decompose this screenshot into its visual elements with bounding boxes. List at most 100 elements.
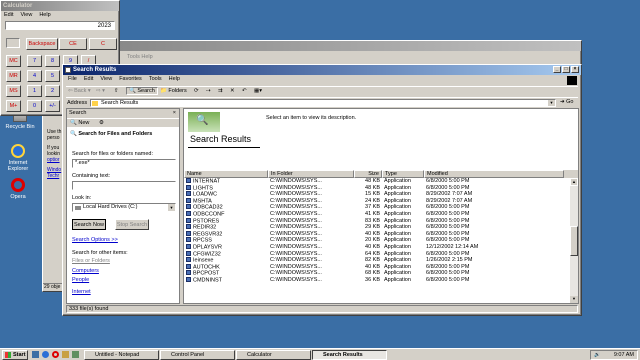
start-button[interactable]: Start — [2, 350, 28, 360]
table-row[interactable]: REGSVR32 C:\WINDOWS\SYS... 40 KB Applicatio… — [184, 230, 578, 238]
desktop-icon-opera[interactable]: Opera — [0, 178, 36, 200]
memory-key-ms[interactable]: MS — [6, 85, 21, 97]
calc-key[interactable]: 4 — [27, 70, 42, 82]
table-row[interactable]: BPCPOST C:\WINDOWS\SYS... 68 KB Application… — [184, 270, 578, 277]
clear-entry-button[interactable]: CE — [59, 38, 87, 50]
history-icon[interactable]: ⟳ — [194, 88, 199, 94]
other-item-internet[interactable]: Internet — [72, 289, 91, 295]
back-button[interactable]: ⇦ Back ▾ — [68, 88, 91, 94]
search-results-titlebar[interactable]: Search Results _ □ × — [63, 65, 581, 75]
search-now-button[interactable]: Search Now — [72, 219, 106, 230]
table-row[interactable]: DPLAYSVR C:\WINDOWS\SYS... 40 KB Applicatio… — [184, 243, 578, 251]
lookin-select[interactable]: Local Hard Drives (C:) ▼ — [72, 203, 176, 212]
quicklaunch-desktop-icon[interactable] — [32, 351, 39, 358]
table-row[interactable]: ODBCCONF C:\WINDOWS\SYS... 41 KB Applicatio… — [184, 210, 578, 218]
search-options-link[interactable]: Search Options >> — [72, 237, 118, 243]
other-item-files-folders[interactable]: Files or Folders — [72, 258, 110, 264]
lookin-dropdown-arrow[interactable]: ▼ — [168, 204, 175, 211]
search-options-icon[interactable]: ⚙ — [99, 120, 104, 126]
copy-to-icon[interactable]: ⇉ — [218, 88, 223, 94]
table-row[interactable]: CMDNINST C:\WINDOWS\SYS... 36 KB Applicatio… — [184, 276, 578, 284]
other-item-computers[interactable]: Computers — [72, 268, 99, 274]
quicklaunch-opera-icon[interactable] — [52, 351, 59, 358]
memory-key-mplus[interactable]: M+ — [6, 100, 21, 112]
calculator-titlebar[interactable]: Calculator — [1, 1, 119, 11]
menu-help[interactable]: Help — [169, 76, 180, 82]
minimize-button[interactable]: _ — [553, 66, 561, 73]
clear-button[interactable]: C — [89, 38, 117, 50]
new-search-button[interactable]: 🔍 New — [70, 120, 89, 126]
delete-icon[interactable]: ✕ — [230, 88, 235, 94]
column-modified[interactable]: Modified — [424, 170, 564, 178]
menu-favorites[interactable]: Favorites — [119, 76, 142, 82]
table-row[interactable]: PSTORES C:\WINDOWS\SYS... 83 KB Application… — [184, 217, 578, 225]
search-results-window[interactable]: Search Results _ □ × File Edit View Favorit… — [62, 64, 582, 316]
menu-file[interactable]: File — [68, 76, 77, 82]
background-window-titlebar[interactable] — [43, 41, 581, 51]
calc-key[interactable]: 1 — [27, 85, 42, 97]
column-size[interactable]: Size — [354, 170, 382, 178]
menu-tools[interactable]: Tools — [149, 76, 162, 82]
quicklaunch-ie-icon[interactable] — [42, 351, 49, 358]
containing-text-input[interactable] — [72, 181, 176, 190]
backspace-button[interactable]: Backspace — [26, 38, 58, 50]
table-row[interactable]: CFGWIZ32 C:\WINDOWS\SYS... 64 KB Applicatio… — [184, 250, 578, 258]
table-row[interactable]: REDIR32 C:\WINDOWS\SYS... 29 KB Application… — [184, 224, 578, 231]
forward-button[interactable]: ⇨ ▾ — [96, 88, 105, 94]
scroll-down-arrow[interactable]: ▼ — [570, 296, 578, 303]
table-row[interactable]: LOADWC C:\WINDOWS\SYS... 15 KB Application 8… — [184, 191, 578, 198]
taskbar-control-panel[interactable]: Control Panel — [160, 350, 235, 360]
desktop-icon-internet-explorer[interactable]: Internet Explorer — [0, 144, 36, 172]
menu-view[interactable]: View — [20, 12, 32, 18]
memory-key-mr[interactable]: MR — [6, 70, 21, 82]
memory-key-mc[interactable]: MC — [6, 55, 21, 67]
folders-toolbar-button[interactable]: 📁 Folders — [160, 88, 187, 94]
taskbar-search-results[interactable]: Search Results — [312, 350, 387, 360]
calc-key[interactable]: 7 — [27, 55, 42, 67]
table-row[interactable]: Ieinsexe C:\WINDOWS\SYS... 82 KB Applicatio… — [184, 257, 578, 264]
address-dropdown-button[interactable]: ▼ — [548, 100, 555, 106]
column-name[interactable]: Name — [184, 170, 268, 178]
calc-key[interactable]: 8 — [45, 55, 60, 67]
move-to-icon[interactable]: ⇢ — [206, 88, 211, 94]
scroll-thumb[interactable] — [570, 226, 578, 256]
named-input[interactable]: *.exe* — [72, 159, 176, 168]
table-row[interactable]: LIGHTS C:\WINDOWS\SYS... 48 KB Application 6… — [184, 184, 578, 192]
table-row[interactable]: INTERNAT C:\WINDOWS\SYS... 48 KB Applicatio… — [184, 178, 578, 185]
menu-help[interactable]: Help — [39, 12, 50, 18]
table-row[interactable]: RPCSS C:\WINDOWS\SYS... 20 KB Application 6/… — [184, 237, 578, 244]
volume-icon[interactable]: 🔊 — [594, 352, 600, 358]
column-in-folder[interactable]: In Folder — [268, 170, 354, 178]
address-input[interactable]: Search Results ▼ — [90, 99, 556, 107]
column-type[interactable]: Type — [382, 170, 424, 178]
taskbar-calculator[interactable]: Calculator — [236, 350, 311, 360]
calc-key[interactable]: 0 — [27, 100, 42, 112]
menu-view[interactable]: View — [100, 76, 112, 82]
views-icon[interactable]: ▦▾ — [254, 88, 262, 94]
taskbar-notepad[interactable]: Untitled - Notepad — [84, 350, 159, 360]
search-toolbar-button[interactable]: 🔍 Search — [126, 87, 158, 95]
calc-key[interactable]: 2 — [45, 85, 60, 97]
table-row[interactable]: MSHTA C:\WINDOWS\SYS... 24 KB Application 8/… — [184, 197, 578, 205]
stop-search-button[interactable]: Stop Search — [115, 219, 149, 230]
menu-edit[interactable]: Edit — [4, 12, 13, 18]
menu-edit[interactable]: Edit — [84, 76, 93, 82]
close-button[interactable]: × — [571, 66, 579, 73]
maximize-button[interactable]: □ — [562, 66, 570, 73]
clock[interactable]: 9:07 AM — [614, 352, 634, 358]
table-row[interactable]: ODBCAD32 C:\WINDOWS\SYS... 37 KB Applicatio… — [184, 204, 578, 211]
go-button[interactable]: ➜ Go — [560, 99, 573, 105]
scroll-up-arrow[interactable]: ▲ — [570, 178, 578, 186]
cell-folder: C:\WINDOWS\SYS... — [270, 257, 322, 264]
table-row[interactable]: AUTOCHK C:\WINDOWS\SYS... 40 KB Application… — [184, 263, 578, 271]
cell-size: 15 KB — [365, 191, 380, 198]
calc-key[interactable]: 5 — [45, 70, 60, 82]
quicklaunch-email-icon[interactable] — [62, 351, 69, 358]
other-item-people[interactable]: People — [72, 277, 89, 283]
undo-icon[interactable]: ↶ — [242, 88, 247, 94]
quicklaunch-media-icon[interactable] — [72, 351, 79, 358]
up-button[interactable]: ⇧ — [114, 88, 119, 94]
search-pane-close-icon[interactable]: × — [173, 109, 176, 118]
results-scrollbar[interactable]: ▲ ▼ — [570, 178, 578, 303]
calc-key[interactable]: +/- — [45, 100, 60, 112]
